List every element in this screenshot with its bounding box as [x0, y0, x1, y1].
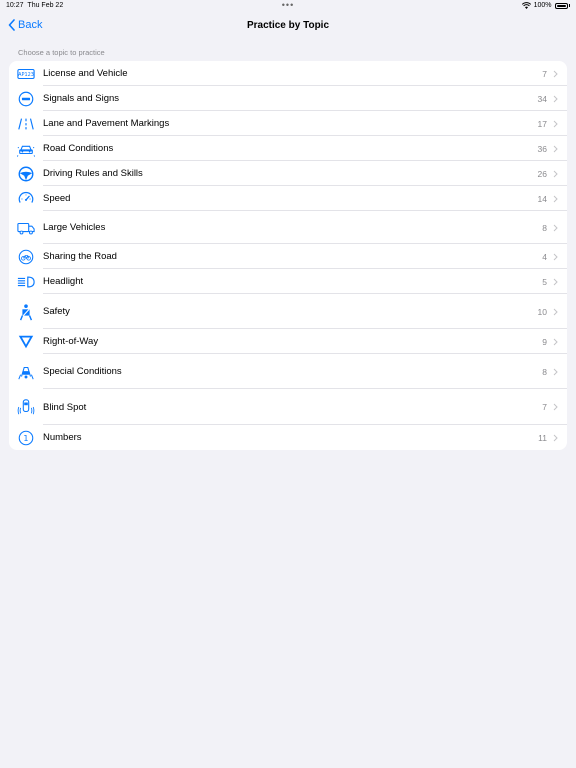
topic-row-headlight[interactable]: Headlight 5: [9, 269, 567, 294]
speedometer-icon: [16, 189, 36, 209]
svg-text:AP123: AP123: [18, 72, 34, 78]
chevron-right-icon: [553, 145, 558, 152]
topic-label: License and Vehicle: [43, 68, 128, 79]
topic-count: 34: [537, 93, 547, 104]
chevron-right-icon: [553, 308, 558, 315]
chevron-right-icon: [553, 403, 558, 411]
topic-row-license-and-vehicle[interactable]: AP123 License and Vehicle 7: [9, 61, 567, 86]
topic-list: AP123 License and Vehicle 7 Signals and …: [9, 61, 567, 450]
topic-label: Signals and Signs: [43, 93, 120, 104]
blind-spot-icon: [16, 397, 36, 417]
topic-count: 7: [542, 68, 547, 79]
topic-count: 10: [537, 306, 547, 317]
wifi-icon: [521, 2, 531, 9]
topic-row-blind-spot[interactable]: Blind Spot 7: [9, 389, 567, 425]
steering-wheel-icon: [16, 164, 36, 184]
topic-label: Safety: [43, 306, 70, 317]
topic-count: 17: [537, 118, 547, 129]
topic-row-signals-and-signs[interactable]: Signals and Signs 34: [9, 86, 567, 111]
topic-row-lane-and-pavement-markings[interactable]: Lane and Pavement Markings 17: [9, 111, 567, 136]
topic-label: Sharing the Road: [43, 251, 117, 262]
chevron-right-icon: [553, 368, 558, 375]
topic-row-numbers[interactable]: 1 Numbers 11: [9, 425, 567, 450]
license-plate-icon: AP123: [16, 64, 36, 84]
topic-label: Right-of-Way: [43, 336, 99, 347]
topic-label: Numbers: [43, 432, 82, 443]
multitasking-dots[interactable]: •••: [282, 0, 294, 10]
lane-markings-icon: [16, 114, 36, 134]
topic-count: 5: [542, 276, 547, 287]
chevron-right-icon: [553, 338, 558, 345]
topic-count: 8: [542, 366, 547, 377]
topic-row-safety[interactable]: Safety 10: [9, 294, 567, 329]
no-entry-sign-icon: [16, 89, 36, 109]
topic-label: Speed: [43, 193, 71, 204]
topic-row-right-of-way[interactable]: Right-of-Way 9: [9, 329, 567, 354]
topic-count: 9: [542, 336, 547, 347]
topic-label: Lane and Pavement Markings: [43, 118, 170, 129]
topic-count: 14: [537, 193, 547, 204]
yield-sign-icon: [16, 332, 36, 352]
topic-label: Special Conditions: [43, 366, 122, 377]
topic-label: Headlight: [43, 276, 84, 287]
topic-row-speed[interactable]: Speed 14: [9, 186, 567, 211]
chevron-right-icon: [553, 70, 558, 77]
chevron-right-icon: [553, 170, 558, 177]
topic-count: 4: [542, 251, 547, 262]
topic-label: Large Vehicles: [43, 222, 106, 233]
battery-percent: 100%: [533, 2, 552, 9]
car-road-conditions-icon: [16, 139, 36, 159]
bicycle-icon: [16, 247, 36, 267]
number-one-circle-icon: 1: [16, 428, 36, 448]
topic-count: 36: [537, 143, 547, 154]
seatbelt-icon: [16, 302, 36, 322]
topic-row-road-conditions[interactable]: Road Conditions 36: [9, 136, 567, 161]
topic-label: Driving Rules and Skills: [43, 168, 143, 179]
page-title: Practice by Topic: [246, 20, 330, 31]
navigation-bar: Back Practice by Topic: [0, 12, 576, 40]
status-time-date: 10:27 Thu Feb 22: [6, 2, 64, 9]
special-conditions-icon: [16, 362, 36, 382]
headlight-icon: [16, 272, 36, 292]
chevron-right-icon: [553, 224, 558, 231]
topic-count: 7: [542, 402, 547, 412]
topic-row-sharing-the-road[interactable]: Sharing the Road 4: [9, 244, 567, 269]
topic-count: 26: [537, 168, 547, 179]
topic-label: Blind Spot: [43, 401, 87, 413]
chevron-right-icon: [553, 253, 558, 260]
section-header: Choose a topic to practice: [18, 48, 105, 57]
truck-icon: [16, 218, 36, 238]
svg-text:1: 1: [23, 432, 28, 442]
status-bar: 10:27 Thu Feb 22 ••• 100%: [0, 0, 576, 12]
topic-count: 8: [542, 222, 547, 233]
topic-row-special-conditions[interactable]: Special Conditions 8: [9, 354, 567, 389]
chevron-right-icon: [553, 195, 558, 202]
topic-count: 11: [538, 432, 547, 443]
chevron-right-icon: [553, 95, 558, 102]
topic-label: Road Conditions: [43, 143, 114, 154]
chevron-right-icon: [553, 434, 558, 441]
status-right: 100%: [521, 2, 570, 9]
topic-row-large-vehicles[interactable]: Large Vehicles 8: [9, 211, 567, 244]
chevron-right-icon: [553, 278, 558, 285]
battery-icon: [554, 2, 568, 9]
topic-row-driving-rules-and-skills[interactable]: Driving Rules and Skills 26: [9, 161, 567, 186]
chevron-right-icon: [553, 120, 558, 127]
